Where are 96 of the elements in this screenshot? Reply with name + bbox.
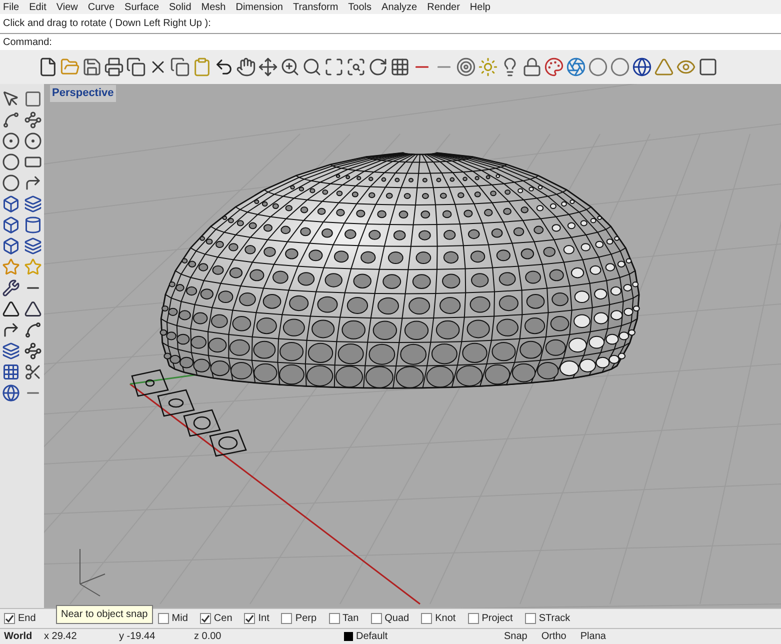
- sphere-icon[interactable]: [610, 57, 630, 77]
- lock-icon[interactable]: [522, 57, 542, 77]
- shape-icon[interactable]: [24, 300, 42, 318]
- curve-icon[interactable]: [24, 321, 42, 339]
- grid-icon[interactable]: [390, 57, 410, 77]
- rotate-icon[interactable]: [368, 57, 388, 77]
- status-toggle[interactable]: Plana: [580, 629, 606, 644]
- menu-item[interactable]: Dimension: [236, 0, 283, 14]
- menu-item[interactable]: Analyze: [382, 0, 418, 14]
- viewport-title[interactable]: Perspective: [50, 85, 116, 102]
- osnap-label: Perp: [295, 612, 317, 626]
- color-wheel-icon[interactable]: [566, 57, 586, 77]
- mesh-icon[interactable]: [24, 237, 42, 255]
- tooltip: Near to object snap: [56, 605, 153, 624]
- osnap-label: Int: [258, 612, 270, 626]
- window-icon[interactable]: [698, 57, 718, 77]
- command-label: Command:: [3, 36, 52, 50]
- circle-icon[interactable]: [2, 132, 20, 150]
- menu-item[interactable]: Render: [427, 0, 460, 14]
- undo-icon[interactable]: [214, 57, 234, 77]
- menu-item[interactable]: Edit: [29, 0, 46, 14]
- palette-icon[interactable]: [544, 57, 564, 77]
- menu-item[interactable]: File: [3, 0, 20, 14]
- osnap-label: STrack: [538, 612, 570, 626]
- sphere-icon[interactable]: [588, 57, 608, 77]
- split-icon[interactable]: [24, 363, 42, 381]
- globe-icon[interactable]: [2, 384, 20, 402]
- copy-icon[interactable]: [126, 57, 146, 77]
- polyline-icon[interactable]: [24, 111, 42, 129]
- move-icon[interactable]: [258, 57, 278, 77]
- grid-icon[interactable]: [2, 363, 20, 381]
- osnap-checkbox[interactable]: [281, 613, 292, 624]
- zoom-extents-icon[interactable]: [324, 57, 344, 77]
- prompt-text: Click and drag to rotate ( Down Left Right Up ):: [3, 17, 211, 31]
- osnap-checkbox[interactable]: [158, 613, 169, 624]
- layer-color-swatch: [344, 632, 353, 641]
- print-icon[interactable]: [104, 57, 124, 77]
- axis-indicator-icon: [80, 548, 106, 596]
- osnap-checkbox[interactable]: [524, 613, 536, 624]
- menu-item[interactable]: Transform: [292, 0, 338, 14]
- osnap-label: End: [18, 612, 36, 626]
- command-field[interactable]: Command:: [0, 34, 781, 50]
- shape-icon[interactable]: [2, 300, 20, 318]
- pointer-icon[interactable]: [2, 90, 20, 108]
- solid-icon[interactable]: [2, 237, 20, 255]
- osnap-label: Project: [482, 612, 513, 626]
- save-icon[interactable]: [82, 57, 102, 77]
- osnap-checkbox[interactable]: [421, 613, 432, 624]
- box-icon[interactable]: [2, 216, 20, 234]
- osnap-label: Quad: [384, 612, 410, 626]
- osnap-checkbox[interactable]: [244, 613, 256, 624]
- osnap-checkbox[interactable]: [4, 613, 15, 624]
- globe-icon[interactable]: [632, 57, 652, 77]
- hand-icon[interactable]: [236, 57, 256, 77]
- osnap-checkbox[interactable]: [328, 613, 340, 624]
- stack-icon[interactable]: [2, 342, 20, 360]
- menu-item[interactable]: View: [56, 0, 78, 14]
- copy-icon[interactable]: [170, 57, 190, 77]
- search-icon[interactable]: [302, 57, 322, 77]
- osnap-label: Cen: [214, 612, 232, 626]
- star-icon[interactable]: [2, 258, 20, 276]
- cplane-text: World: [4, 630, 34, 644]
- osnap-checkbox[interactable]: [370, 613, 382, 624]
- curve-icon[interactable]: [2, 111, 20, 129]
- fillet-icon[interactable]: [24, 174, 42, 192]
- circle-icon[interactable]: [24, 132, 42, 150]
- menu-item[interactable]: Curve: [88, 0, 115, 14]
- connect-icon[interactable]: [24, 342, 42, 360]
- status-toggle[interactable]: Ortho: [541, 629, 566, 644]
- menu-item[interactable]: Tools: [348, 0, 372, 14]
- osnap-label: Knot: [435, 612, 456, 626]
- z-coordinate: z 0.00: [194, 630, 222, 644]
- menu-item[interactable]: Help: [470, 0, 490, 14]
- osnap-checkbox[interactable]: [468, 613, 479, 624]
- ellipse-icon[interactable]: [2, 174, 20, 192]
- osnap-label: Mid: [172, 612, 188, 626]
- surface-icon[interactable]: [2, 195, 20, 213]
- menu-item[interactable]: Mesh: [201, 0, 226, 14]
- menu-item[interactable]: Surface: [124, 0, 160, 14]
- target-icon[interactable]: [456, 57, 476, 77]
- cylinder-icon[interactable]: [24, 216, 42, 234]
- arc-icon[interactable]: [2, 153, 20, 171]
- surface-icon[interactable]: [24, 195, 42, 213]
- y-coordinate: y -19.44: [119, 630, 156, 644]
- arc-icon[interactable]: [2, 321, 20, 339]
- osnap-label: Tan: [342, 612, 359, 626]
- new-file-icon[interactable]: [38, 57, 58, 77]
- x-coordinate: x 29.42: [44, 630, 78, 644]
- menu-item[interactable]: Solid: [169, 0, 192, 14]
- layer-name[interactable]: Default: [356, 629, 504, 644]
- zoom-window-icon[interactable]: [346, 57, 366, 77]
- star-icon[interactable]: [24, 258, 42, 276]
- status-toggle[interactable]: Snap: [504, 629, 528, 644]
- tool-icon[interactable]: [2, 279, 20, 297]
- zoom-icon[interactable]: [280, 57, 300, 77]
- osnap-checkbox[interactable]: [200, 613, 211, 624]
